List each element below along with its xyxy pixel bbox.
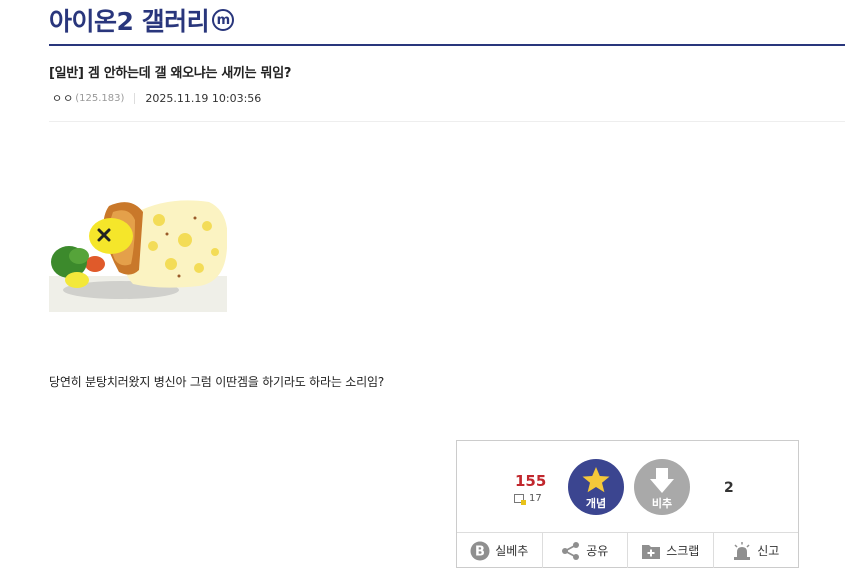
report-label: 신고	[757, 544, 780, 558]
share-label: 공유	[586, 544, 609, 558]
fixed-up-count-value: 17	[529, 493, 542, 504]
upvote-label: 개념	[585, 497, 607, 510]
post-datetime: 2025.11.19 10:03:56	[145, 91, 262, 105]
realtime-best-label: 실베추	[495, 544, 529, 558]
fixed-nick-icon	[514, 494, 526, 505]
meta-divider	[49, 121, 845, 122]
minor-gallery-badge-icon: m	[212, 9, 235, 31]
down-count: 2	[724, 480, 734, 496]
meta-separator	[134, 92, 136, 104]
author-nick[interactable]: ㅇㅇ	[52, 90, 74, 106]
down-arrow-icon	[650, 468, 674, 493]
realtime-best-button[interactable]: B 실베추	[457, 533, 543, 568]
up-count: 155	[515, 472, 547, 490]
scrap-label: 스크랩	[666, 544, 700, 558]
share-icon	[562, 541, 580, 560]
downvote-button[interactable]: 비추	[634, 459, 690, 515]
post-title: [일반] 겜 안하는데 갤 왜오냐는 새끼는 뭐임?	[49, 66, 292, 81]
post-actions: B 실베추 공유 스크랩 신고	[457, 532, 798, 568]
post-image	[49, 190, 227, 312]
author-ip: (125.183)	[75, 92, 125, 104]
scrap-button[interactable]: 스크랩	[628, 533, 714, 568]
scrap-plus-icon	[642, 544, 661, 559]
upvote-button[interactable]: 개념	[568, 459, 624, 515]
vote-box: 155 17 개념 비추 2 B 실베추 공유 스크랩 신고	[456, 440, 799, 568]
gallery-title[interactable]: 아이온2 갤러리 m	[49, 0, 235, 40]
siren-icon	[734, 541, 751, 560]
star-icon	[582, 467, 610, 493]
post-meta: ㅇㅇ (125.183) 2025.11.19 10:03:56	[52, 90, 261, 106]
downvote-label: 비추	[651, 497, 673, 510]
gallery-title-text[interactable]: 아이온2 갤러리	[49, 2, 210, 38]
share-button[interactable]: 공유	[543, 533, 628, 568]
post-body: 당연히 분탕치러왔지 병신아 그럼 이딴겜을 하기라도 하라는 소리임?	[49, 375, 384, 389]
b-badge-icon: B	[470, 541, 490, 560]
fixed-up-count: 17	[514, 493, 542, 505]
title-divider	[49, 44, 845, 46]
report-button[interactable]: 신고	[714, 533, 799, 568]
svg-text:B: B	[475, 544, 485, 559]
